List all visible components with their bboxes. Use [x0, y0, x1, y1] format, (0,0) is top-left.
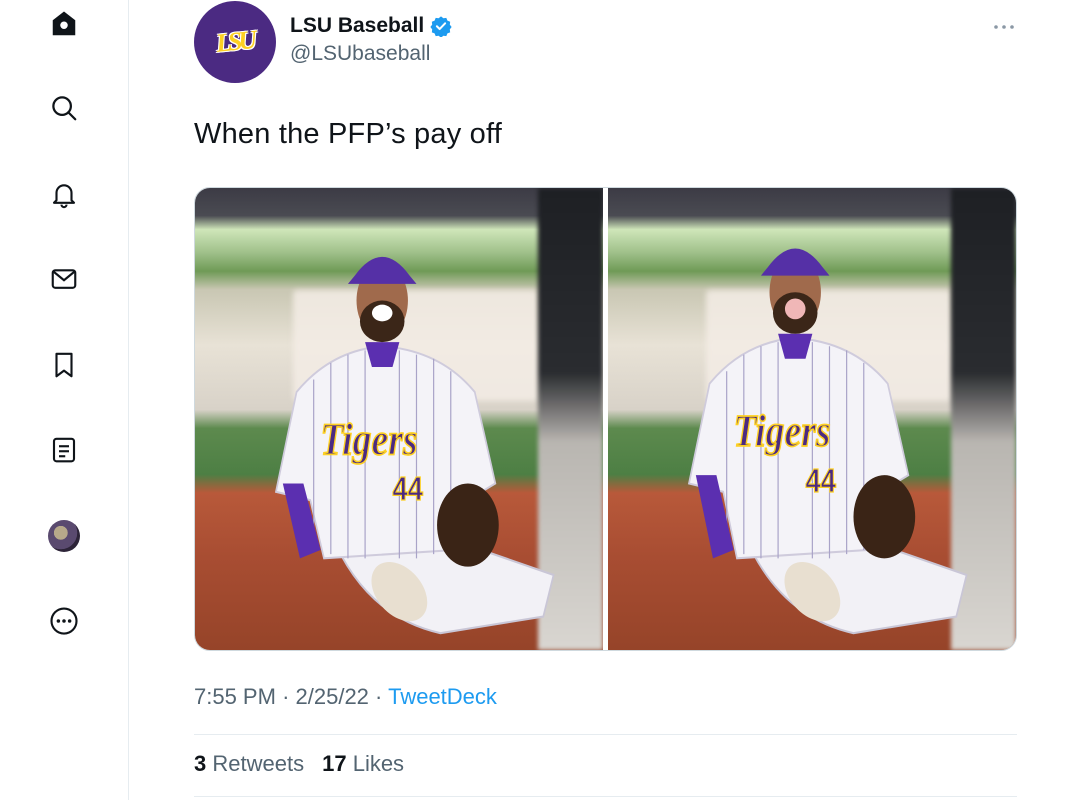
display-name[interactable]: LSU Baseball — [290, 14, 424, 38]
tweet-more-button[interactable] — [991, 14, 1017, 40]
verified-badge-icon — [430, 16, 452, 37]
profile-picture[interactable]: LSU — [194, 1, 276, 83]
avatar — [48, 520, 80, 552]
home-icon — [52, 11, 76, 36]
retweets-label: Retweets — [212, 751, 305, 776]
lists-button[interactable] — [44, 430, 84, 470]
likes-label: Likes — [352, 751, 405, 776]
tweet-date[interactable]: 2/25/22 — [296, 684, 369, 709]
handle[interactable]: @LSUbaseball — [290, 42, 452, 66]
notifications-button[interactable] — [44, 174, 84, 214]
more-circle-icon — [50, 607, 78, 635]
meta-separator: · — [282, 684, 290, 709]
bookmarks-button[interactable] — [44, 345, 84, 385]
mail-icon — [51, 269, 77, 289]
retweets-count: 3 — [194, 751, 207, 776]
likes-count: 17 — [322, 751, 347, 776]
bookmark-icon — [55, 352, 73, 378]
jersey-script: Tigers — [320, 415, 417, 465]
tweet-source-link[interactable]: TweetDeck — [388, 684, 497, 709]
nav-rail — [0, 0, 129, 800]
search-button[interactable] — [44, 88, 84, 128]
bell-icon — [52, 184, 76, 209]
jersey-script: Tigers — [733, 407, 830, 457]
profile-button[interactable] — [44, 516, 84, 556]
player-illustration: Tigers 44 — [274, 257, 555, 635]
divider — [194, 796, 1017, 797]
jersey-number: 44 — [805, 463, 836, 500]
tweet-text: When the PFP’s pay off — [194, 118, 502, 150]
divider — [194, 734, 1017, 735]
more-button[interactable] — [44, 601, 84, 641]
likes-stat[interactable]: 17 Likes — [322, 751, 404, 777]
lsu-logo: LSU — [214, 25, 255, 58]
list-icon — [52, 437, 76, 463]
tweet-header: LSU LSU Baseball @LSUbaseball — [194, 0, 1017, 92]
tweet-photo-1[interactable]: Tigers 44 — [195, 188, 603, 650]
tweet-stats: 3 Retweets 17 Likes — [194, 751, 404, 777]
retweets-stat[interactable]: 3 Retweets — [194, 751, 304, 777]
player-illustration: Tigers 44 — [687, 248, 968, 635]
more-horizontal-icon — [994, 25, 1014, 29]
author-block: LSU Baseball @LSUbaseball — [290, 14, 452, 66]
search-icon — [52, 96, 77, 121]
tweet-photo-2[interactable]: Tigers 44 — [608, 188, 1016, 650]
jersey-number: 44 — [392, 471, 423, 508]
tweet-meta: 7:55 PM · 2/25/22 · TweetDeck — [194, 684, 497, 710]
home-button[interactable] — [44, 4, 84, 44]
tweet-time[interactable]: 7:55 PM — [194, 684, 276, 709]
meta-separator: · — [375, 684, 383, 709]
media-grid: Tigers 44 Tigers 44 — [194, 187, 1017, 651]
messages-button[interactable] — [44, 259, 84, 299]
tweet: LSU LSU Baseball @LSUbaseball When the P… — [194, 0, 1017, 797]
